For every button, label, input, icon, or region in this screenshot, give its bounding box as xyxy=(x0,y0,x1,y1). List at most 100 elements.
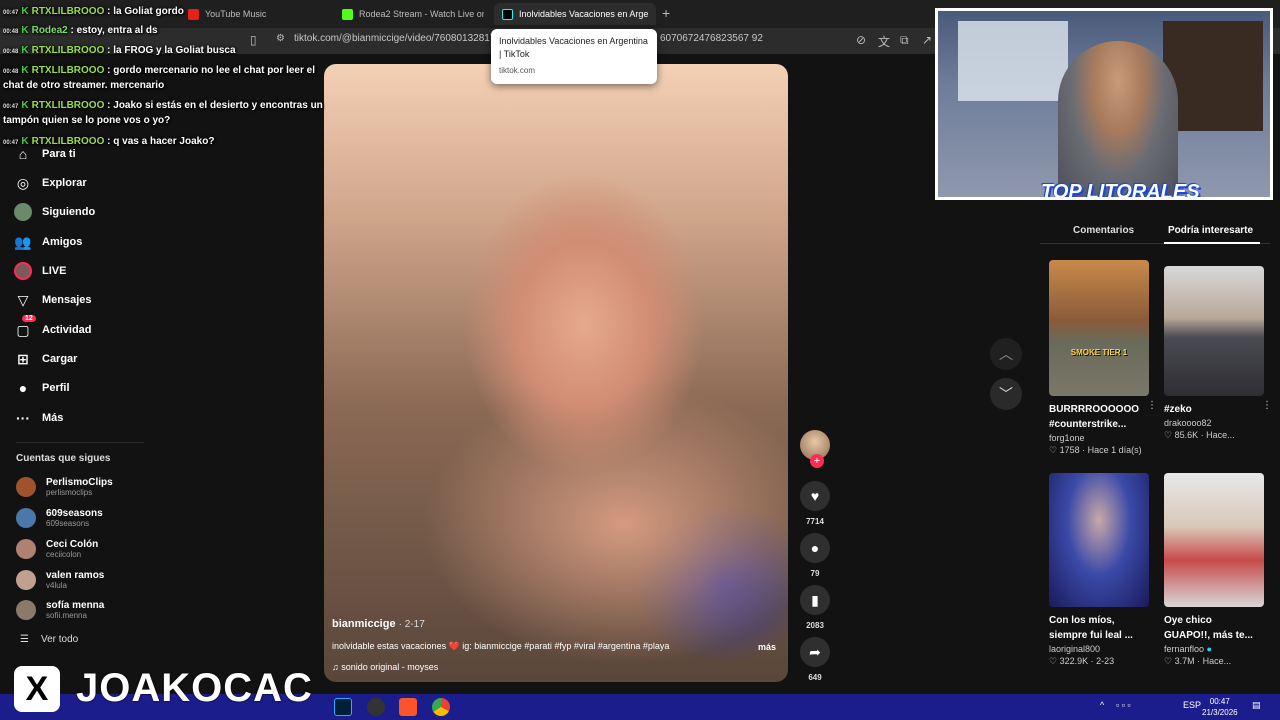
followed-account[interactable]: valen ramos v4lula xyxy=(16,567,104,593)
share-button[interactable]: ➦ 649 xyxy=(798,637,832,682)
language-indicator[interactable]: ESP xyxy=(1183,700,1201,710)
activity-badge: 12 xyxy=(22,315,36,322)
chat-badge-icon: K xyxy=(21,45,29,56)
chat-badge-icon: K xyxy=(21,65,29,76)
open-external-icon[interactable]: ⧉ xyxy=(900,33,909,48)
suggested-video-card[interactable]: Con los míos, siempre fui leal ... laori… xyxy=(1049,473,1151,667)
tab-rodea2-stream[interactable]: Rodea2 Stream - Watch Live on K xyxy=(334,3,484,25)
comment-icon: ● xyxy=(800,533,830,563)
sidebar-item-mas[interactable]: ··· Más xyxy=(14,406,63,430)
chat-message: 00:47 K RTXLILBROOO : Joako si estás en el… xyxy=(3,100,323,126)
sidebar-item-actividad[interactable]: ▢ 12 Actividad xyxy=(14,315,92,342)
suggested-video-card[interactable]: Oye chico GUAPO!!, más te... fernanfloo … xyxy=(1164,473,1266,667)
share-count: 649 xyxy=(808,673,822,682)
thumbnail-caption: SMOKE TIER 1 xyxy=(1070,348,1128,357)
obs-icon[interactable] xyxy=(367,698,385,716)
active-tab-indicator xyxy=(1164,242,1260,244)
chevron-down-icon: ﹀ xyxy=(999,386,1013,402)
followed-account[interactable]: Ceci Colón ceciicolon xyxy=(16,536,98,562)
tiktok-icon xyxy=(502,8,513,20)
tab-tiktok-video[interactable]: Inolvidables Vacaciones en Arge ✕ xyxy=(494,3,656,25)
translate-icon[interactable]: 文 xyxy=(878,33,890,50)
sidebar-item-explorar[interactable]: ◎ Explorar xyxy=(14,171,87,195)
new-tab-button[interactable]: + xyxy=(662,5,670,21)
creator-avatar-button[interactable]: + xyxy=(798,430,832,468)
card-menu-icon[interactable]: ⋮ xyxy=(1147,400,1157,411)
sidebar-item-live[interactable]: LIVE xyxy=(14,259,66,283)
no-eye-icon[interactable]: ⊘ xyxy=(856,33,866,47)
sidebar-item-mensajes[interactable]: ▽ Mensajes xyxy=(14,288,92,312)
tooltip-title: Inolvidables Vacaciones en Argentina | T… xyxy=(499,36,648,59)
save-count: 2083 xyxy=(806,621,824,630)
video-thumbnail[interactable] xyxy=(1164,266,1264,396)
card-stats: ♡ 1758 · Hace 1 día(s) xyxy=(1049,445,1142,455)
system-clock[interactable]: 00:47 21/3/2026 xyxy=(1202,696,1238,718)
video-more-button[interactable]: más xyxy=(758,642,776,652)
webcam-logo: TOP LITORALES xyxy=(1041,181,1200,200)
comment-button[interactable]: ● 79 xyxy=(798,533,832,578)
see-all-following-button[interactable]: ☰ Ver todo xyxy=(20,634,78,645)
heart-icon: ♥ xyxy=(800,481,830,511)
chat-message: 00:47 K RTXLILBROOO : la Goliat gordo xyxy=(3,6,184,17)
sidebar-divider xyxy=(16,442,144,443)
avatar xyxy=(16,508,36,528)
card-menu-icon[interactable]: ⋮ xyxy=(1262,400,1272,411)
verified-icon: ● xyxy=(1206,644,1212,654)
chat-badge-icon: K xyxy=(21,25,29,36)
card-author: drakoooo82 xyxy=(1164,418,1212,428)
video-author[interactable]: bianmiccige · 2-17 xyxy=(332,618,425,630)
followed-account[interactable]: sofía menna sofii.menna xyxy=(16,597,104,623)
tooltip-domain: tiktok.com xyxy=(499,66,536,75)
sidebar-item-siguiendo[interactable]: Siguiendo xyxy=(14,200,95,224)
url-tail-text: 6070672476823567 92 xyxy=(660,33,763,44)
bookmark-icon[interactable]: ▯ xyxy=(250,33,257,47)
share-arrow-icon: ➦ xyxy=(800,637,830,667)
video-thumbnail[interactable] xyxy=(1049,473,1149,607)
webcam-background-window xyxy=(958,21,1068,101)
bookmark-icon: ▮ xyxy=(800,585,830,615)
sidebar-item-perfil[interactable]: ● Perfil xyxy=(14,376,70,400)
suggested-video-card[interactable]: #zeko drakoooo82 ♡ 85.6K · Hace... ⋮ xyxy=(1164,266,1272,441)
tray-apps-icon[interactable]: ▫ ▫ ▫ xyxy=(1116,700,1131,710)
notifications-icon[interactable]: ▤ xyxy=(1252,700,1261,711)
site-settings-icon[interactable]: ⚙ xyxy=(276,33,285,44)
video-player[interactable]: bianmiccige · 2-17 inolvidable estas vac… xyxy=(324,64,788,682)
sidebar-item-cargar[interactable]: ⊞ Cargar xyxy=(14,347,77,371)
card-author: laoriginal800 xyxy=(1049,644,1101,654)
avatar xyxy=(16,570,36,590)
tray-chevron-icon[interactable]: ^ xyxy=(1100,700,1104,710)
previous-video-button[interactable]: ︿ xyxy=(990,338,1022,370)
activity-icon: ▢ 12 xyxy=(14,315,36,339)
followed-account[interactable]: 609seasons 609seasons xyxy=(16,505,103,531)
card-title: #zeko xyxy=(1164,404,1192,415)
compass-icon: ◎ xyxy=(16,174,30,191)
share-icon[interactable]: ↗ xyxy=(922,33,932,47)
sidebar-item-amigos[interactable]: 👥 Amigos xyxy=(14,230,82,254)
suggested-video-card[interactable]: SMOKE TIER 1 BURRRROOOOOO #counterstrike… xyxy=(1049,260,1157,456)
webcam-overlay: TOP LITORALES xyxy=(935,8,1273,200)
url-text[interactable]: tiktok.com/@bianmiccige/video/7608013281… xyxy=(294,33,501,44)
video-sound[interactable]: ♫ sonido original - moyses xyxy=(332,662,438,672)
tab-comentarios[interactable]: Comentarios xyxy=(1073,225,1134,236)
video-thumbnail[interactable] xyxy=(1164,473,1264,607)
chrome-icon[interactable] xyxy=(432,698,450,716)
tab-youtube-music[interactable]: YouTube Music xyxy=(180,3,330,25)
like-button[interactable]: ♥ 7714 xyxy=(798,481,832,526)
webcam-background-shelf xyxy=(1163,21,1263,131)
card-stats: ♡ 322.9K · 2-23 xyxy=(1049,656,1115,666)
next-video-button[interactable]: ﹀ xyxy=(990,378,1022,410)
brave-icon[interactable] xyxy=(399,698,417,716)
card-author: fernanfloo ● xyxy=(1164,644,1212,654)
tab-hover-tooltip: Inolvidables Vacaciones en Argentina | T… xyxy=(491,29,657,84)
tab-podria-interesarte[interactable]: Podría interesarte xyxy=(1168,225,1253,236)
photoshop-icon[interactable] xyxy=(334,698,352,716)
followed-account[interactable]: PerlismoClips perlismoclips xyxy=(16,474,113,500)
video-thumbnail[interactable]: SMOKE TIER 1 xyxy=(1049,260,1149,396)
follow-plus-icon[interactable]: + xyxy=(810,454,824,468)
friends-icon: 👥 xyxy=(14,233,32,250)
card-title: Con los míos, siempre fui leal ... xyxy=(1049,615,1133,641)
card-stats: ♡ 85.6K · Hace... xyxy=(1164,430,1235,440)
save-button[interactable]: ▮ 2083 xyxy=(798,585,832,630)
following-section-title: Cuentas que sigues xyxy=(16,453,111,464)
card-title: BURRRROOOOOO #counterstrike... xyxy=(1049,404,1139,430)
